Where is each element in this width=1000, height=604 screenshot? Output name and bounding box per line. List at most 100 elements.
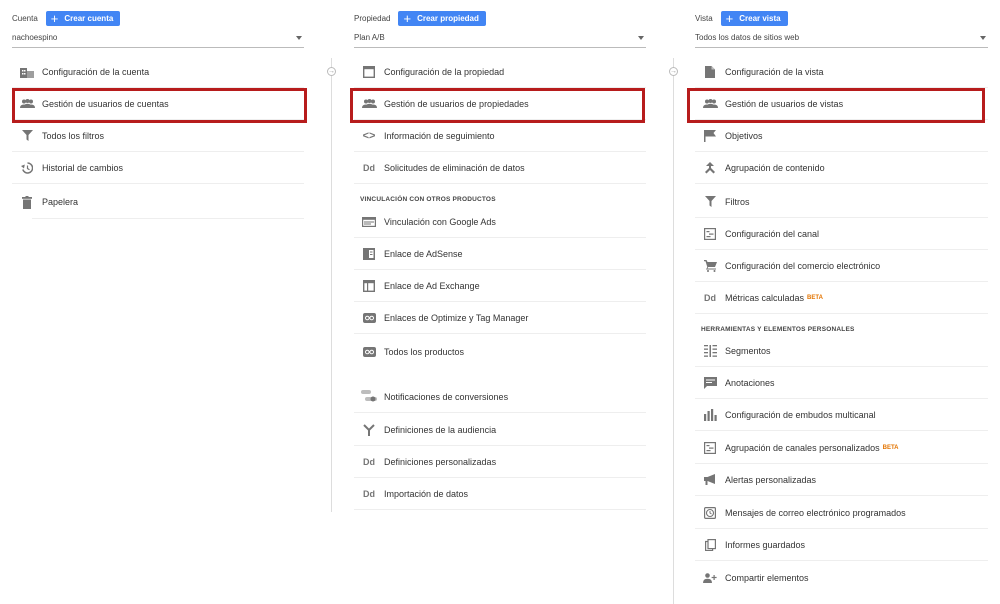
link-icon <box>354 347 384 357</box>
plus-icon: + <box>725 11 734 26</box>
filters-label: Filtros <box>725 196 750 207</box>
channel-settings-item[interactable]: Configuración del canal <box>695 218 988 250</box>
property-label: Propiedad <box>354 14 391 23</box>
all-filters-label: Todos los filtros <box>42 130 105 141</box>
data-deletion-item[interactable]: Dd Solicitudes de eliminación de datos <box>354 152 646 184</box>
multichannel-funnels-label: Configuración de embudos multicanal <box>725 409 876 420</box>
arrow-right-icon: → <box>669 67 678 76</box>
plus-icon: + <box>403 11 412 26</box>
custom-alerts-item[interactable]: Alertas personalizadas <box>695 464 988 496</box>
calculated-metrics-item[interactable]: Dd Métricas calculadas BETA <box>695 282 988 314</box>
account-user-management-highlight <box>12 88 307 123</box>
scheduled-emails-label: Mensajes de correo electrónico programad… <box>725 507 906 518</box>
audience-definitions-item[interactable]: Definiciones de la audiencia <box>354 414 646 446</box>
trash-label: Papelera <box>42 197 79 207</box>
goals-label: Objetivos <box>725 130 763 141</box>
channel-settings-label: Configuración del canal <box>725 228 820 239</box>
bars-icon <box>695 408 725 421</box>
optimize-tag-manager-link-item[interactable]: Enlaces de Optimize y Tag Manager <box>354 302 646 334</box>
create-view-label: Crear vista <box>739 14 781 23</box>
filter-icon <box>12 130 42 141</box>
custom-definitions-item[interactable]: Dd Definiciones personalizadas <box>354 446 646 478</box>
tracking-info-item[interactable]: <> Información de seguimiento <box>354 120 646 152</box>
segments-label: Segmentos <box>725 345 771 356</box>
change-history-item[interactable]: Historial de cambios <box>12 152 304 184</box>
trash-item[interactable]: Papelera <box>12 186 304 218</box>
beta-badge: BETA <box>882 444 899 451</box>
custom-channel-grouping-item[interactable]: Agrupación de canales personalizados BET… <box>695 432 988 464</box>
share-assets-item[interactable]: Compartir elementos <box>695 562 988 594</box>
property-selector[interactable]: Plan A/B <box>354 33 646 48</box>
caret-down-icon <box>296 36 302 40</box>
adsense-link-item[interactable]: Enlace de AdSense <box>354 238 646 270</box>
caret-down-icon <box>638 36 644 40</box>
ecommerce-settings-label: Configuración del comercio electrónico <box>725 260 881 271</box>
adsense-link-label: Enlace de AdSense <box>384 248 463 259</box>
megaphone-icon <box>695 474 725 485</box>
copy-icon <box>695 538 725 551</box>
view-settings-item[interactable]: Configuración de la vista <box>695 56 988 88</box>
audience-definitions-label: Definiciones de la audiencia <box>384 424 497 435</box>
multichannel-funnels-item[interactable]: Configuración de embudos multicanal <box>695 399 988 431</box>
fork-icon <box>354 423 384 436</box>
tracking-info-label: Información de seguimiento <box>384 130 495 141</box>
conversion-notifications-item[interactable]: Notificaciones de conversiones <box>354 381 646 413</box>
account-header: Cuenta + Crear cuenta <box>12 11 121 26</box>
view-selected: Todos los datos de sitios web <box>695 33 800 42</box>
all-products-item[interactable]: Todos los productos <box>354 336 646 368</box>
create-account-button[interactable]: + Crear cuenta <box>45 11 121 26</box>
saved-reports-label: Informes guardados <box>725 539 806 550</box>
clock-icon <box>695 506 725 519</box>
content-grouping-item[interactable]: Agrupación de contenido <box>695 152 988 184</box>
filter-icon <box>695 196 725 207</box>
data-import-item[interactable]: Dd Importación de datos <box>354 478 646 510</box>
create-property-label: Crear propiedad <box>417 14 479 23</box>
calculated-metrics-label: Métricas calculadas <box>725 292 805 303</box>
column-separator-1 <box>331 58 332 512</box>
flag-icon <box>695 129 725 142</box>
create-view-button[interactable]: + Crear vista <box>720 11 788 26</box>
account-settings-label: Configuración de la cuenta <box>42 66 150 77</box>
code-icon: <> <box>362 129 376 142</box>
view-selector[interactable]: Todos los datos de sitios web <box>695 33 988 48</box>
property-settings-label: Configuración de la propiedad <box>384 66 505 77</box>
view-settings-label: Configuración de la vista <box>725 66 824 77</box>
change-history-label: Historial de cambios <box>42 162 124 173</box>
window-icon <box>354 65 384 78</box>
toggle-icon <box>354 390 384 403</box>
ad-exchange-link-item[interactable]: Enlace de Ad Exchange <box>354 270 646 302</box>
channel-icon <box>695 227 725 240</box>
segments-item[interactable]: Segmentos <box>695 335 988 367</box>
ad-exchange-link-label: Enlace de Ad Exchange <box>384 280 480 291</box>
cart-icon <box>695 259 725 272</box>
personal-tools-title: HERRAMIENTAS Y ELEMENTOS PERSONALES <box>701 326 855 333</box>
ecommerce-settings-item[interactable]: Configuración del comercio electrónico <box>695 250 988 282</box>
saved-reports-item[interactable]: Informes guardados <box>695 529 988 561</box>
property-selected: Plan A/B <box>354 33 385 42</box>
plus-icon: + <box>50 11 59 26</box>
data-deletion-label: Solicitudes de eliminación de datos <box>384 162 525 173</box>
create-property-button[interactable]: + Crear propiedad <box>398 11 486 26</box>
all-filters-item[interactable]: Todos los filtros <box>12 120 304 152</box>
google-ads-link-item[interactable]: Vinculación con Google Ads <box>354 206 646 238</box>
column-separator-2 <box>673 58 674 604</box>
property-settings-item[interactable]: Configuración de la propiedad <box>354 56 646 88</box>
filters-item[interactable]: Filtros <box>695 186 988 218</box>
dd-icon: Dd <box>704 292 716 303</box>
annotations-item[interactable]: Anotaciones <box>695 367 988 399</box>
dd-icon: Dd <box>363 162 375 173</box>
goals-item[interactable]: Objetivos <box>695 120 988 152</box>
account-label: Cuenta <box>12 14 38 23</box>
history-icon <box>12 161 42 174</box>
property-user-management-highlight <box>350 88 645 123</box>
building-icon <box>12 66 42 78</box>
account-selector[interactable]: nachoespino <box>12 33 304 48</box>
scheduled-emails-item[interactable]: Mensajes de correo electrónico programad… <box>695 497 988 529</box>
view-label: Vista <box>695 14 713 23</box>
dd-icon: Dd <box>363 456 375 467</box>
person-add-icon <box>695 573 725 583</box>
dd-icon: Dd <box>363 488 375 499</box>
account-settings-item[interactable]: Configuración de la cuenta <box>12 56 304 88</box>
custom-channel-grouping-label: Agrupación de canales personalizados <box>725 442 880 453</box>
segments-icon <box>695 344 725 357</box>
